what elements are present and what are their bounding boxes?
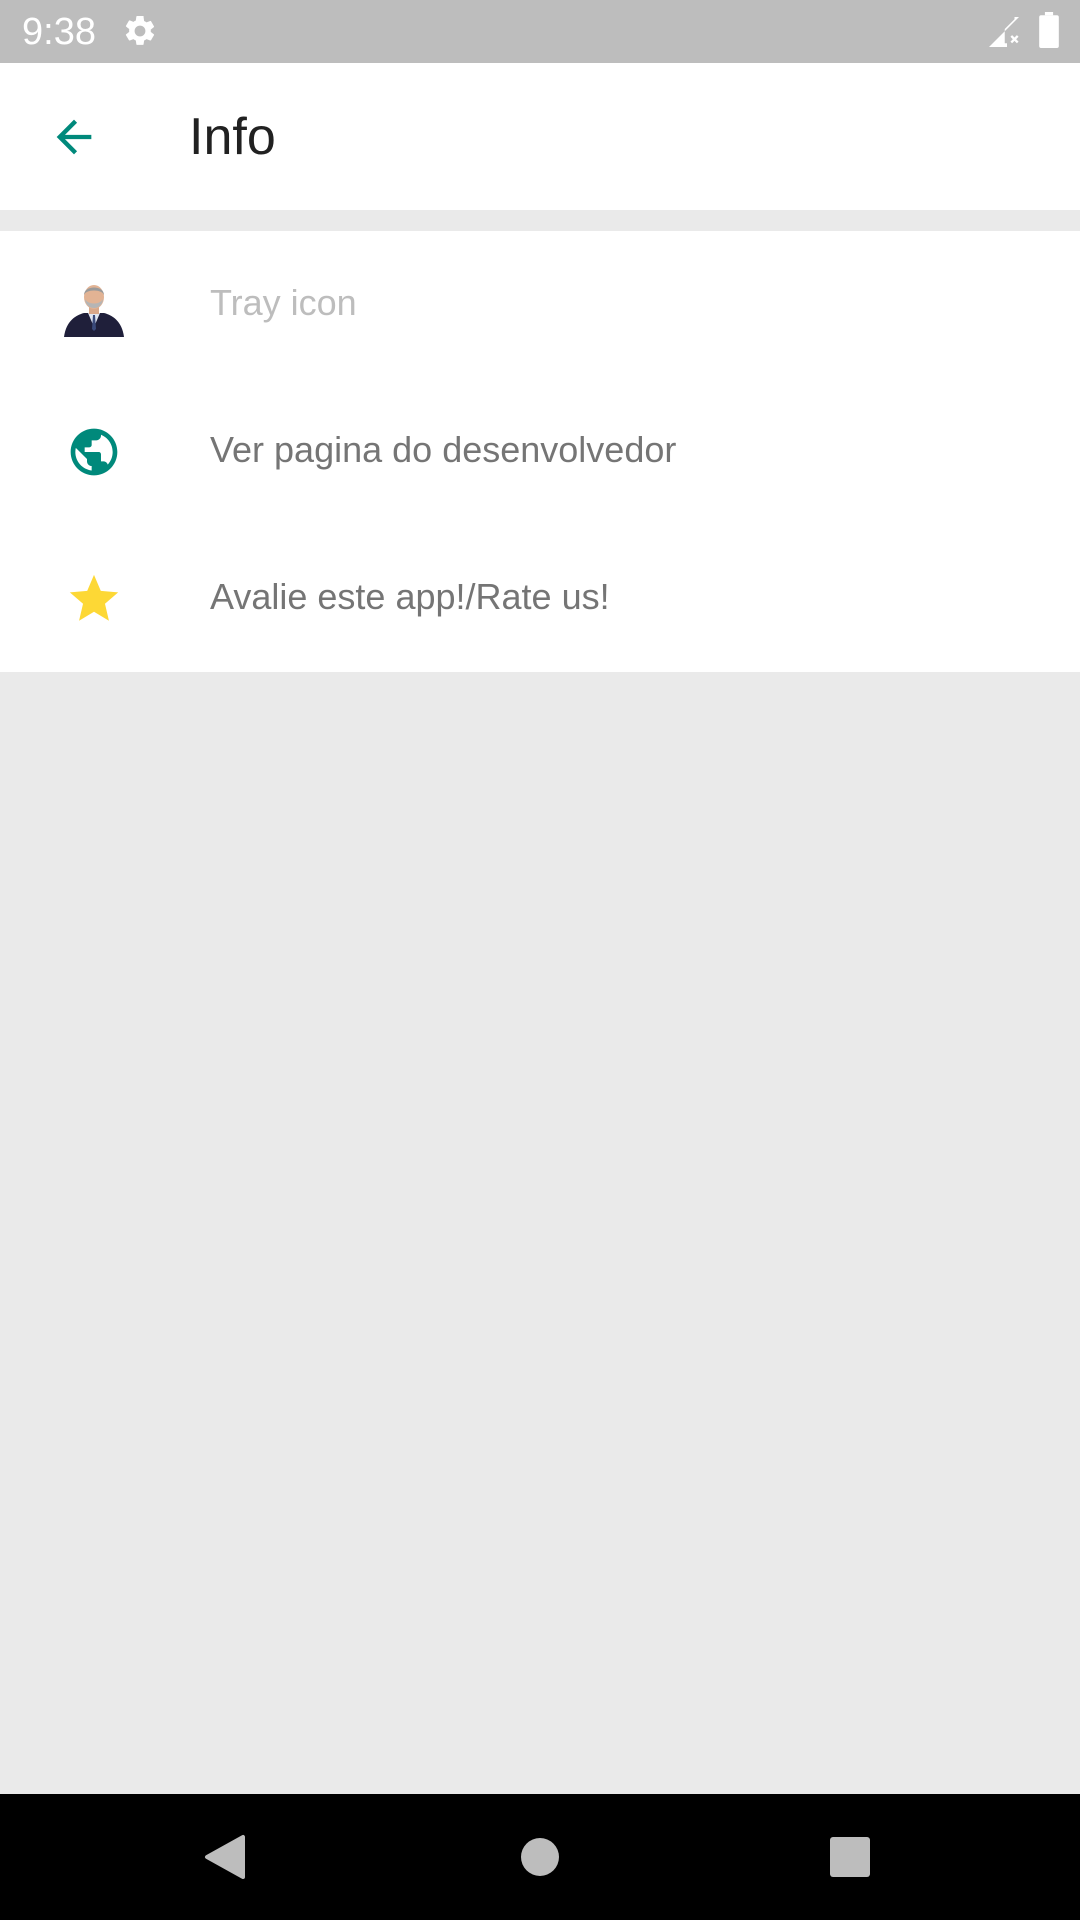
star-icon xyxy=(69,574,119,621)
battery-icon xyxy=(1039,12,1059,48)
back-triangle-icon xyxy=(205,1835,245,1879)
nav-recents-button[interactable] xyxy=(820,1827,880,1887)
nav-back-button[interactable] xyxy=(195,1827,255,1887)
status-bar: 9:38 xyxy=(0,0,1080,63)
globe-icon-wrap xyxy=(60,418,128,486)
page-title: Info xyxy=(189,108,276,166)
list-item-label: Avalie este app!/Rate us! xyxy=(210,576,610,617)
list-item-label: Tray icon xyxy=(210,282,357,323)
recents-square-icon xyxy=(830,1837,870,1877)
list-item-tray-icon[interactable]: Tray icon xyxy=(0,231,1080,378)
list-item-rate-us[interactable]: Avalie este app!/Rate us! xyxy=(0,525,1080,672)
signal-off-icon xyxy=(989,17,1019,47)
home-circle-icon xyxy=(521,1838,559,1876)
info-list: Tray icon Ver pagina do desenvolvedor Av… xyxy=(0,231,1080,672)
navigation-bar xyxy=(0,1794,1080,1920)
avatar-photo-icon xyxy=(62,273,126,337)
screen: 9:38 Info Tray icon Ver pagina do desenv… xyxy=(0,0,1080,1920)
gear-icon xyxy=(125,15,155,45)
status-time: 9:38 xyxy=(22,11,96,53)
divider xyxy=(0,210,1080,231)
star-icon-wrap xyxy=(60,565,128,633)
list-item-label: Ver pagina do desenvolvedor xyxy=(210,429,677,470)
avatar xyxy=(60,271,128,339)
nav-home-button[interactable] xyxy=(510,1827,570,1887)
list-item-developer-page[interactable]: Ver pagina do desenvolvedor xyxy=(0,378,1080,525)
app-bar: Info xyxy=(0,63,1080,210)
arrow-back-icon xyxy=(56,119,92,155)
back-button[interactable] xyxy=(30,103,118,171)
globe-icon xyxy=(70,428,118,476)
